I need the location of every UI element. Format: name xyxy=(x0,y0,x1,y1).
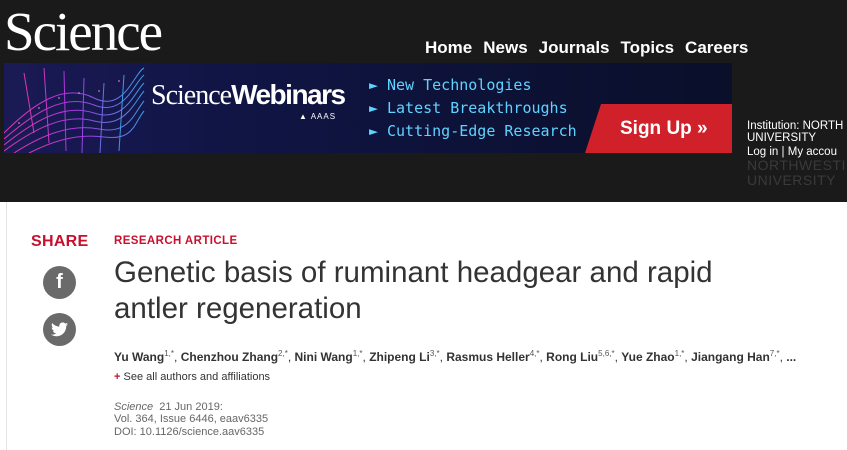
banner-bullet: ► Cutting-Edge Research xyxy=(369,120,577,143)
institution-name-cont: UNIVERSITY xyxy=(747,132,817,144)
sign-up-button[interactable]: Sign Up » xyxy=(620,118,708,140)
banner-brand: ScienceWebinars xyxy=(151,79,346,112)
twitter-icon xyxy=(51,322,68,337)
author-affiliation: 1,* xyxy=(674,349,685,358)
science-logo[interactable]: Science xyxy=(4,4,163,59)
citation-journal-line: Science 21 Jun 2019: xyxy=(114,401,268,413)
expand-plus-icon: + xyxy=(114,371,121,383)
main-nav: Home News Journals Topics Careers xyxy=(425,38,759,58)
banner-brand-science: Science xyxy=(151,80,232,111)
citation-doi[interactable]: DOI: 10.1126/science.aav6335 xyxy=(114,426,268,438)
play-triangle-icon: ► xyxy=(369,99,379,117)
author-affiliation: 2,* xyxy=(278,349,288,358)
twitter-share-button[interactable] xyxy=(43,313,76,346)
article-title: Genetic basis of ruminant headgear and r… xyxy=(114,255,814,327)
author-affiliation: 7,* xyxy=(769,349,780,358)
nav-topics[interactable]: Topics xyxy=(621,38,675,58)
article-title-line: antler regeneration xyxy=(114,292,362,325)
site-header: Science Home News Journals Topics Career… xyxy=(0,0,847,202)
content-border xyxy=(6,202,7,450)
banner-bullet: ► Latest Breakthroughs xyxy=(369,97,577,120)
author-link[interactable]: Rasmus Heller xyxy=(446,350,529,364)
play-triangle-icon: ► xyxy=(369,122,379,140)
author-link[interactable]: Yu Wang xyxy=(114,350,164,364)
article-type[interactable]: RESEARCH ARTICLE xyxy=(114,235,238,247)
author-affiliation: 1,* xyxy=(164,349,175,358)
banner-bullets: ► New Technologies ► Latest Breakthroughs … xyxy=(369,74,577,143)
institution-logo-text: NORTHWESTI xyxy=(747,157,846,173)
citation-volume: Vol. 364, Issue 6446, eaav6335 xyxy=(114,413,269,426)
author-affiliation: 1,* xyxy=(352,349,363,358)
institution-info: Institution: NORTH UNIVERSITY Log in | M… xyxy=(747,120,846,188)
author-list: Yu Wang1,*, Chenzhou Zhang2,*, Nini Wang… xyxy=(114,349,797,364)
nav-news[interactable]: News xyxy=(483,38,527,58)
author-link[interactable]: Jiangang Han xyxy=(691,350,770,364)
author-affiliation: 4,* xyxy=(529,349,540,358)
share-label: SHARE xyxy=(31,233,89,250)
banner-bullet: ► New Technologies xyxy=(369,74,577,97)
facebook-share-button[interactable]: f xyxy=(43,266,76,299)
institution-logo-text: UNIVERSITY xyxy=(747,172,837,188)
citation-journal: Science xyxy=(114,401,154,413)
nav-journals[interactable]: Journals xyxy=(539,38,610,58)
bullet-text: Latest Breakthroughs xyxy=(387,99,568,117)
see-all-authors-link[interactable]: + See all authors and affiliations xyxy=(114,371,270,383)
article-title-line: Genetic basis of ruminant headgear and r… xyxy=(114,256,713,289)
institution-name: Institution: NORTH xyxy=(747,120,844,132)
bullet-text: Cutting-Edge Research xyxy=(387,122,577,140)
banner-brand-webinars: Webinars xyxy=(231,79,346,110)
authors-ellipsis: ... xyxy=(786,350,797,364)
author-link[interactable]: Chenzhou Zhang xyxy=(181,350,278,364)
bullet-text: New Technologies xyxy=(387,76,532,94)
webinars-banner-ad[interactable]: ScienceWebinars ▲ AAAS ► New Technologies… xyxy=(4,63,732,153)
see-all-authors-text: See all authors and affiliations xyxy=(123,371,271,383)
nav-home[interactable]: Home xyxy=(425,38,472,58)
nav-careers[interactable]: Careers xyxy=(685,38,748,58)
play-triangle-icon: ► xyxy=(369,76,379,94)
aaas-logo: ▲ AAAS xyxy=(299,112,337,121)
facebook-icon: f xyxy=(56,271,63,293)
citation-date: 21 Jun 2019: xyxy=(159,401,223,413)
author-link[interactable]: Rong Liu xyxy=(546,350,598,364)
citation-block: Science 21 Jun 2019: Vol. 364, Issue 644… xyxy=(114,401,268,438)
aaas-label: AAAS xyxy=(310,112,337,121)
author-link[interactable]: Zhipeng Li xyxy=(369,350,430,364)
author-link[interactable]: Yue Zhao xyxy=(621,350,674,364)
author-affiliation: 3,* xyxy=(429,349,440,358)
author-link[interactable]: Nini Wang xyxy=(295,350,353,364)
author-affiliation: 5,6,* xyxy=(598,349,615,358)
